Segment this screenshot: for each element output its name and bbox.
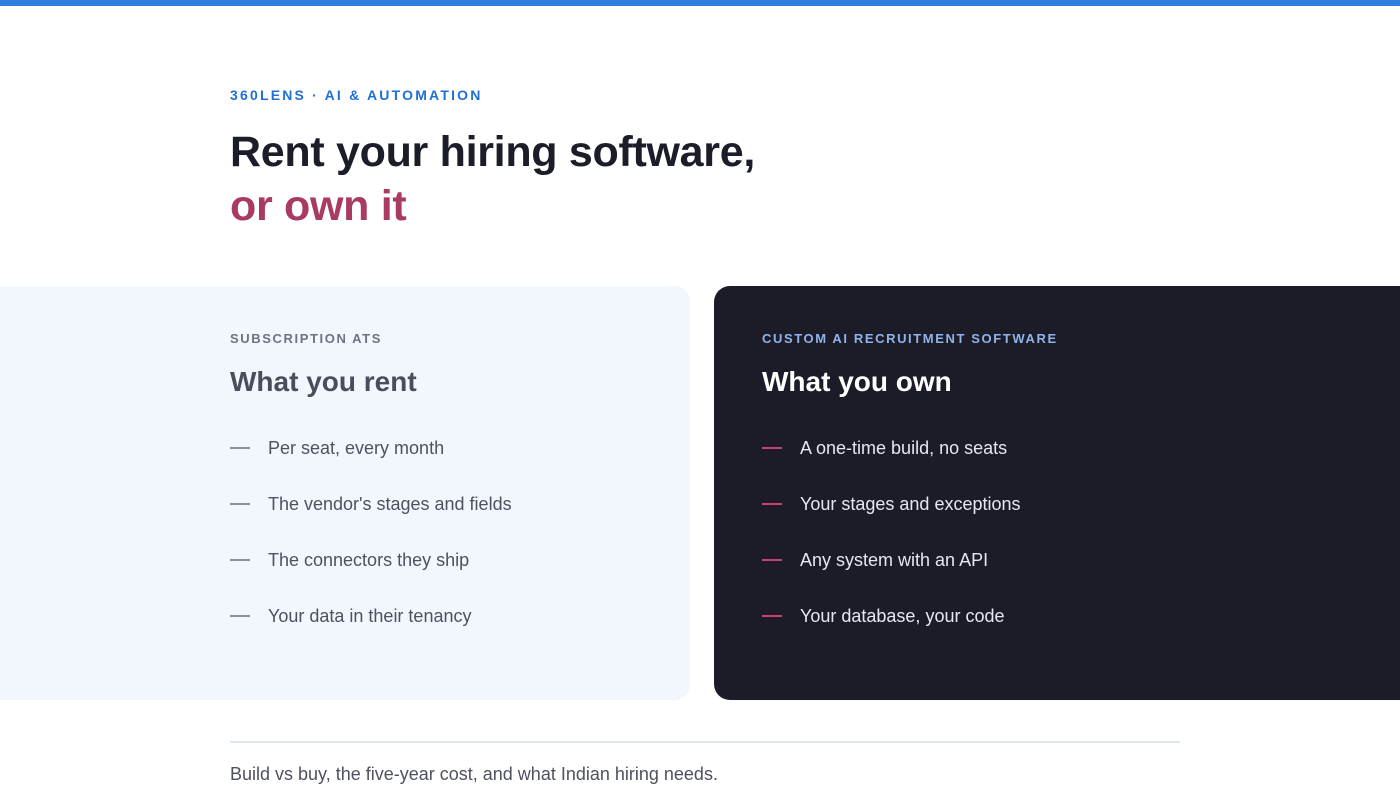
- own-card-list: A one-time build, no seats Your stages a…: [762, 434, 1021, 658]
- dash-bullet-icon: [230, 447, 250, 449]
- list-item-text: Any system with an API: [800, 550, 989, 570]
- dash-bullet-icon: [230, 503, 250, 505]
- top-accent-bar: [0, 0, 1400, 6]
- page-title-line-1: Rent your hiring software,: [230, 128, 755, 176]
- list-item: The connectors they ship: [230, 546, 512, 574]
- dash-bullet-icon: [230, 559, 250, 561]
- dash-bullet-icon: [762, 559, 782, 561]
- page-title-line-2-accent: or own it: [230, 182, 407, 230]
- own-card-eyebrow: CUSTOM AI RECRUITMENT SOFTWARE: [762, 331, 1058, 346]
- list-item-text: The vendor's stages and fields: [268, 494, 512, 514]
- list-item: The vendor's stages and fields: [230, 490, 512, 518]
- list-item-text: Your data in their tenancy: [268, 606, 472, 626]
- page-title: Rent your hiring software, or own it: [230, 125, 755, 233]
- section-divider: [230, 741, 1180, 743]
- list-item-text: Your database, your code: [800, 606, 1005, 626]
- list-item: Your data in their tenancy: [230, 602, 512, 630]
- footer-note: Build vs buy, the five-year cost, and wh…: [230, 764, 718, 784]
- dash-bullet-icon: [762, 447, 782, 449]
- own-card-title: What you own: [762, 366, 952, 397]
- list-item: Any system with an API: [762, 546, 1021, 574]
- rent-card: SUBSCRIPTION ATS What you rent Per seat,…: [0, 286, 690, 700]
- list-item: Per seat, every month: [230, 434, 512, 462]
- rent-card-title: What you rent: [230, 366, 417, 397]
- list-item: A one-time build, no seats: [762, 434, 1021, 462]
- list-item: Your stages and exceptions: [762, 490, 1021, 518]
- own-card: CUSTOM AI RECRUITMENT SOFTWARE What you …: [714, 286, 1400, 700]
- list-item-text: The connectors they ship: [268, 550, 470, 570]
- rent-card-list: Per seat, every month The vendor's stage…: [230, 434, 512, 658]
- dash-bullet-icon: [762, 615, 782, 617]
- list-item-text: Per seat, every month: [268, 438, 445, 458]
- section-eyebrow: 360LENS · AI & AUTOMATION: [230, 87, 483, 103]
- list-item: Your database, your code: [762, 602, 1021, 630]
- dash-bullet-icon: [762, 503, 782, 505]
- list-item-text: Your stages and exceptions: [800, 494, 1021, 514]
- dash-bullet-icon: [230, 615, 250, 617]
- rent-card-eyebrow: SUBSCRIPTION ATS: [230, 331, 382, 346]
- list-item-text: A one-time build, no seats: [800, 438, 1008, 458]
